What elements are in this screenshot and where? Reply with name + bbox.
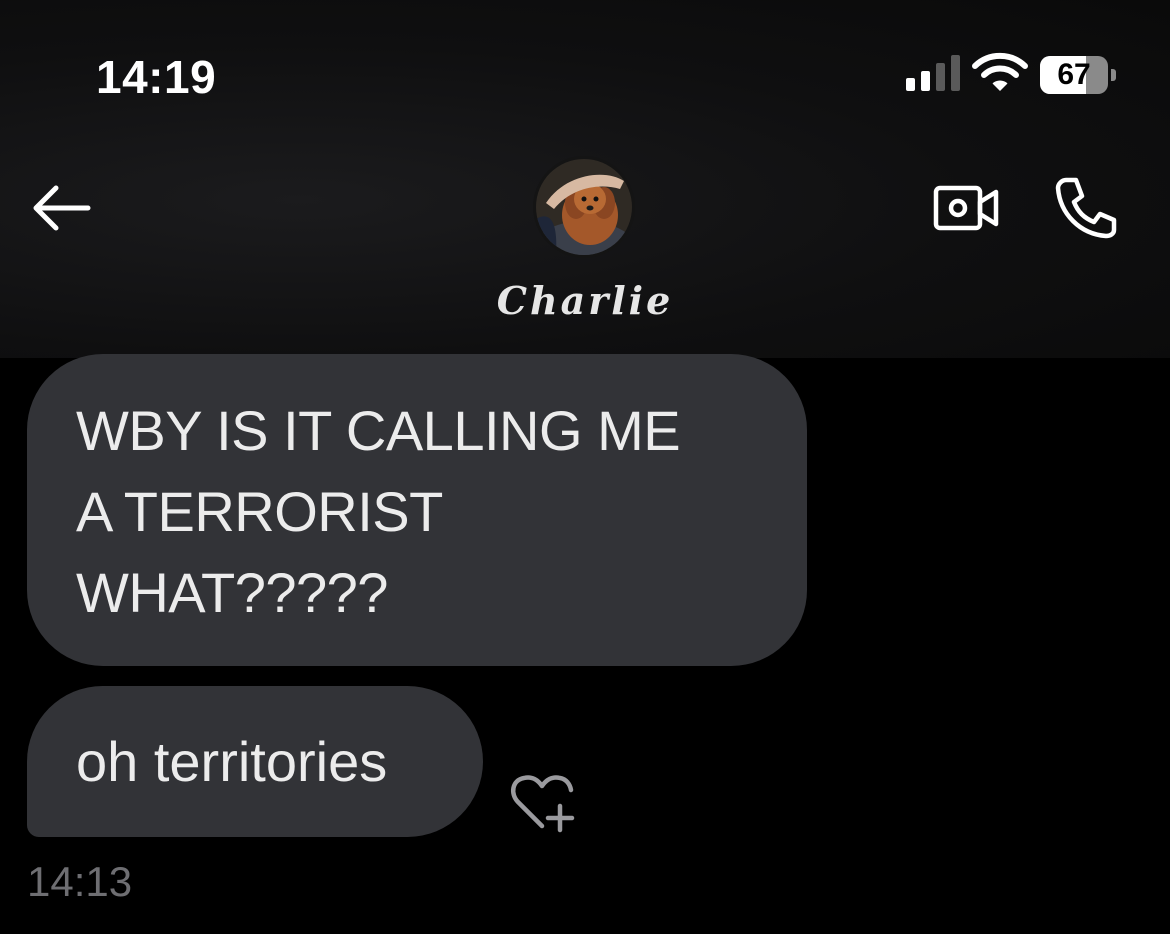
battery-percent: 67 <box>1057 58 1091 91</box>
message-line: WBY IS IT CALLING ME <box>76 399 681 462</box>
phone-icon[interactable] <box>1050 172 1120 242</box>
heart-plus-icon[interactable] <box>508 770 580 834</box>
battery-nub <box>1111 69 1116 81</box>
message-text: oh territories <box>76 730 388 793</box>
contact-name[interactable]: Charlie <box>385 278 785 323</box>
avatar-photo <box>536 159 632 255</box>
message-line: A TERRORIST <box>76 480 443 543</box>
message-bubble[interactable]: WBY IS IT CALLING ME A TERRORIST WHAT???… <box>27 354 807 666</box>
chat-header: 14:19 67 Charlie <box>0 0 1170 358</box>
battery-body: 67 <box>1040 56 1108 94</box>
wifi-icon <box>972 52 1028 91</box>
status-time: 14:19 <box>96 51 217 103</box>
message-line: WHAT????? <box>76 561 388 624</box>
video-camera-icon[interactable] <box>930 178 1002 238</box>
message-timestamp: 14:13 <box>27 858 133 905</box>
contact-avatar[interactable] <box>533 156 635 258</box>
message-bubble[interactable]: oh territories <box>27 686 483 837</box>
battery-indicator: 67 <box>1040 56 1118 94</box>
arrow-left-icon[interactable] <box>30 180 92 236</box>
cellular-signal-icon <box>906 55 962 91</box>
